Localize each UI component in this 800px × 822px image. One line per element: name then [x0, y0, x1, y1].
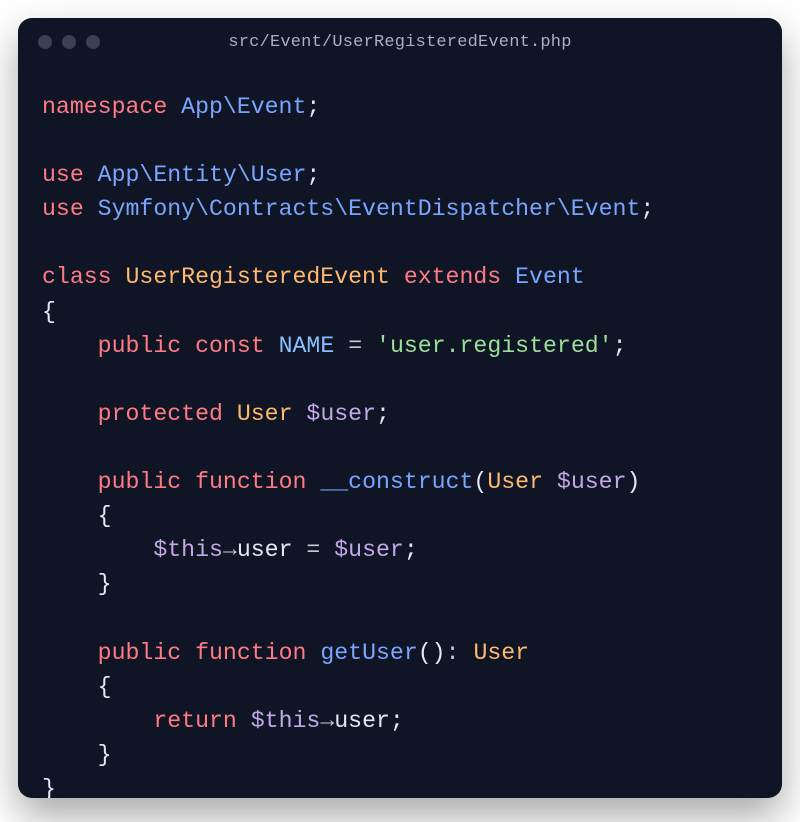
param-user: $user [557, 469, 627, 495]
var-user: $user [334, 537, 404, 563]
kw-const: const [195, 333, 265, 359]
base-class: Event [515, 264, 585, 290]
brace-open: { [98, 503, 112, 529]
var-this: $this [251, 708, 321, 734]
equals: = [348, 333, 362, 359]
use-path-1: App\Entity\User [98, 162, 307, 188]
param-type-user: User [487, 469, 543, 495]
editor-window: src/Event/UserRegisteredEvent.php namesp… [18, 18, 782, 798]
window-title: src/Event/UserRegisteredEvent.php [18, 33, 782, 52]
namespace-path: App\Event [181, 94, 306, 120]
semicolon: ; [306, 162, 320, 188]
lparen: ( [418, 640, 432, 666]
type-user: User [237, 401, 293, 427]
kw-protected: protected [98, 401, 223, 427]
arrow-op: → [223, 537, 237, 563]
brace-close: } [98, 571, 112, 597]
var-this: $this [153, 537, 223, 563]
kw-public: public [98, 640, 182, 666]
kw-use: use [42, 162, 84, 188]
prop-user: user [334, 708, 390, 734]
kw-public: public [98, 333, 182, 359]
lparen: ( [473, 469, 487, 495]
var-user: $user [306, 401, 376, 427]
use-path-2: Symfony\Contracts\EventDispatcher\Event [98, 196, 641, 222]
semicolon: ; [306, 94, 320, 120]
equals: = [306, 537, 320, 563]
const-value: 'user.registered' [376, 333, 613, 359]
const-name: NAME [279, 333, 335, 359]
fn-construct: __construct [320, 469, 473, 495]
kw-function: function [195, 469, 306, 495]
minimize-icon[interactable] [62, 35, 76, 49]
semicolon: ; [640, 196, 654, 222]
brace-close: } [98, 742, 112, 768]
kw-namespace: namespace [42, 94, 167, 120]
rparen: ) [627, 469, 641, 495]
return-type-user: User [473, 640, 529, 666]
brace-close: } [42, 776, 56, 798]
semicolon: ; [376, 401, 390, 427]
fn-getuser: getUser [320, 640, 417, 666]
code-area: namespace App\Event; use App\Entity\User… [18, 66, 782, 798]
semicolon: ; [390, 708, 404, 734]
kw-class: class [42, 264, 112, 290]
rparen: ) [432, 640, 446, 666]
kw-public: public [98, 469, 182, 495]
semicolon: ; [404, 537, 418, 563]
semicolon: ; [613, 333, 627, 359]
titlebar: src/Event/UserRegisteredEvent.php [18, 18, 782, 66]
arrow-op: → [320, 708, 334, 734]
colon: : [446, 640, 460, 666]
class-name: UserRegisteredEvent [126, 264, 390, 290]
maximize-icon[interactable] [86, 35, 100, 49]
prop-user: user [237, 537, 293, 563]
close-icon[interactable] [38, 35, 52, 49]
kw-extends: extends [404, 264, 501, 290]
kw-use: use [42, 196, 84, 222]
window-controls [38, 35, 100, 49]
kw-function: function [195, 640, 306, 666]
brace-open: { [98, 674, 112, 700]
kw-return: return [153, 708, 237, 734]
brace-open: { [42, 299, 56, 325]
